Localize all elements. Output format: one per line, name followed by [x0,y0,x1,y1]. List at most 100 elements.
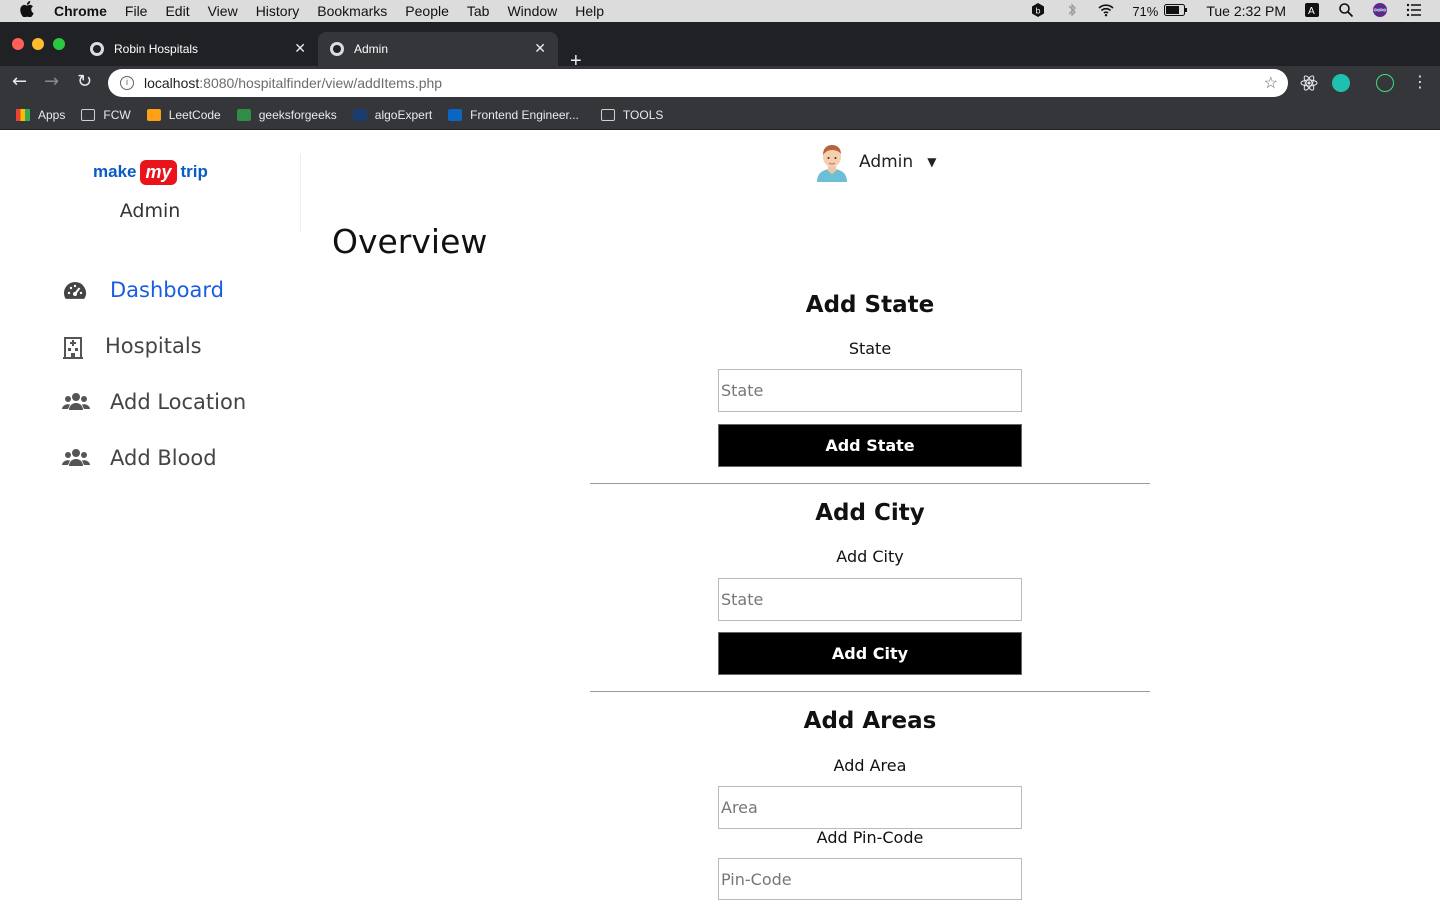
city-input[interactable] [718,578,1022,621]
notification-center-icon[interactable] [1406,2,1422,21]
battery-percentage[interactable]: 71% [1132,4,1158,19]
user-menu[interactable]: Admin ▼ [815,142,936,182]
forward-arrow-icon[interactable]: → [44,71,59,92]
sidebar-item-add-location[interactable]: Add Location [62,386,246,418]
menu-window[interactable]: Window [507,3,557,19]
menu-file[interactable]: File [125,3,148,19]
react-devtools-icon[interactable] [1300,74,1318,92]
sidebar-item-label: Add Blood [110,446,217,470]
bluetooth-icon[interactable] [1064,2,1080,21]
tab-title: Robin Hospitals [114,42,199,56]
bookmark-fcw[interactable]: FCW [81,108,131,122]
chevron-down-icon: ▼ [927,155,937,169]
folder-icon [81,108,96,121]
gfg-icon [236,108,251,121]
tab-close-icon[interactable]: ✕ [294,40,306,57]
tab-robin-hospitals[interactable]: Robin Hospitals ✕ [78,32,318,66]
clock[interactable]: Tue 2:32 PM [1206,3,1286,19]
bookmark-tools[interactable]: TOOLS [600,108,663,122]
pin-code-label: Add Pin-Code [816,828,924,847]
menu-edit[interactable]: Edit [165,3,189,19]
extension-m-icon[interactable] [1332,74,1350,92]
sidebar-item-hospitals[interactable]: Hospitals [62,330,202,362]
apps-grid-icon [16,108,30,121]
window-minimize-button[interactable] [32,38,44,50]
sidebar-item-add-blood[interactable]: Add Blood [62,442,217,474]
linkedin-icon [448,108,463,121]
page-content: make my trip Admin Dashboard Hospitals Add… [0,134,1440,900]
sidebar: make my trip Admin Dashboard Hospitals Add… [0,134,300,900]
page-title: Overview [332,222,488,261]
bookmark-algoexpert[interactable]: algoExpert [352,108,432,122]
folder-icon [600,108,615,121]
spotlight-search-icon[interactable] [1338,2,1354,21]
globe-icon [90,42,104,56]
site-info-icon[interactable]: i [120,76,134,90]
avatar [815,142,849,182]
sidebar-divider [300,154,301,232]
menu-people[interactable]: People [405,3,449,19]
input-source-icon[interactable]: A [1304,2,1320,21]
area-input[interactable] [718,786,1022,829]
menu-tab[interactable]: Tab [467,3,490,19]
tab-admin[interactable]: Admin ✕ [318,32,558,66]
profile-avatar-icon[interactable] [1376,74,1394,92]
add-state-button[interactable]: Add State [718,424,1022,467]
siri-icon[interactable] [1372,2,1388,21]
address-bar[interactable]: i localhost:8080/hospitalfinder/view/add… [108,69,1288,97]
url-path: :8080/hospitalfinder/view/addItems.php [199,75,443,91]
b-app-icon[interactable]: b [1030,2,1046,21]
users-icon [62,447,90,469]
globe-icon [330,42,344,56]
url-host: localhost [144,75,200,91]
back-arrow-icon[interactable]: ← [12,71,27,92]
chrome-menu-icon[interactable]: ⋮ [1412,72,1428,91]
tab-close-icon[interactable]: ✕ [534,40,546,57]
makemytrip-logo[interactable]: make my trip [93,154,208,190]
sidebar-role-label: Admin [119,200,181,222]
section-divider [590,691,1150,692]
browser-toolbar: ← → ↻ i localhost:8080/hospitalfinder/vi… [0,66,1440,100]
algoexpert-icon [352,108,367,121]
pin-code-input[interactable] [718,858,1022,900]
svg-text:b: b [1036,6,1041,15]
user-name: Admin [859,152,914,172]
bookmark-geeksforgeeks[interactable]: geeksforgeeks [236,108,337,122]
menu-history[interactable]: History [256,3,300,19]
city-label: Add City [836,547,904,566]
users-icon [62,391,90,413]
wifi-icon[interactable] [1098,2,1114,21]
area-label: Add Area [833,756,907,775]
sidebar-item-label: Hospitals [105,334,202,358]
reload-icon[interactable]: ↻ [77,71,92,92]
bookmarks-bar: Apps FCW LeetCode geeksforgeeks algoExpe… [0,100,1440,130]
state-input[interactable] [718,369,1022,412]
add-city-button[interactable]: Add City [718,632,1022,675]
hospital-icon [62,335,88,359]
sidebar-item-dashboard[interactable]: Dashboard [62,274,224,306]
menu-help[interactable]: Help [575,3,604,19]
bookmark-leetcode[interactable]: LeetCode [146,108,221,122]
tachometer-icon [62,279,88,301]
sidebar-item-label: Add Location [110,390,247,414]
menu-view[interactable]: View [208,3,238,19]
tab-title: Admin [354,42,389,56]
menubar-status-area: b 71% Tue 2:32 PM A [1030,0,1440,22]
add-areas-heading: Add Areas [803,708,937,734]
add-state-heading: Add State [805,292,935,318]
svg-text:A: A [1308,6,1315,17]
add-city-heading: Add City [815,500,925,526]
menu-app-name[interactable]: Chrome [54,3,107,19]
apple-icon[interactable] [20,1,40,21]
leetcode-icon [146,108,161,121]
bookmark-frontend-engineer[interactable]: Frontend Engineer... [448,108,579,122]
window-maximize-button[interactable] [53,38,65,50]
state-label: State [848,339,892,358]
battery-icon[interactable] [1164,3,1188,19]
menu-bookmarks[interactable]: Bookmarks [317,3,387,19]
bookmark-apps[interactable]: Apps [16,108,65,122]
macos-menubar: Chrome File Edit View History Bookmarks … [0,0,1440,22]
browser-tab-strip: Robin Hospitals ✕ Admin ✕ + [0,22,1440,72]
bookmark-star-icon[interactable]: ☆ [1264,73,1278,93]
window-close-button[interactable] [12,38,24,50]
